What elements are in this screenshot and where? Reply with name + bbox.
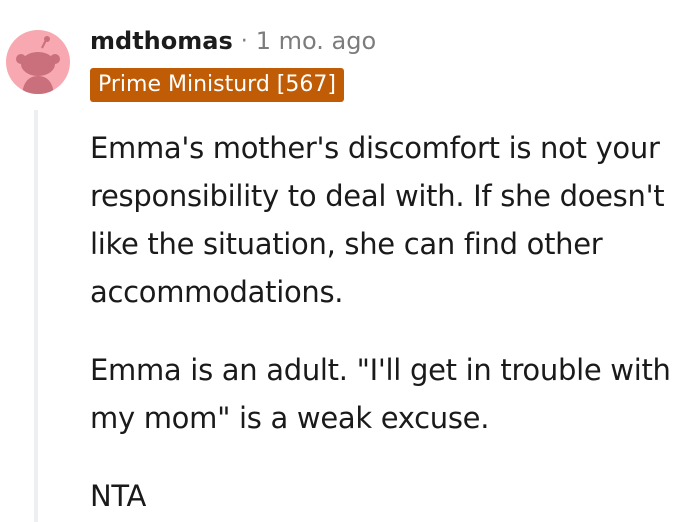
username-link[interactable]: mdthomas: [90, 27, 233, 55]
user-flair-badge: Prime Ministurd [567]: [90, 68, 344, 102]
comment-paragraph: NTA: [90, 479, 147, 513]
comment: mdthomas · 1 mo. ago Prime Ministurd [56…: [0, 0, 700, 522]
comment-meta: mdthomas · 1 mo. ago: [90, 24, 376, 58]
meta-separator: ·: [240, 28, 248, 54]
snoo-avatar-icon: [16, 36, 60, 94]
comment-paragraph: Emma is an adult. "I'll get in trouble w…: [90, 353, 671, 435]
thread-line[interactable]: [34, 110, 38, 522]
timestamp-link[interactable]: 1 mo. ago: [256, 27, 376, 55]
avatar[interactable]: [6, 30, 70, 94]
comment-body: Emma's mother's discomfort is not your r…: [90, 124, 695, 520]
comment-paragraph: Emma's mother's discomfort is not your r…: [90, 131, 665, 309]
